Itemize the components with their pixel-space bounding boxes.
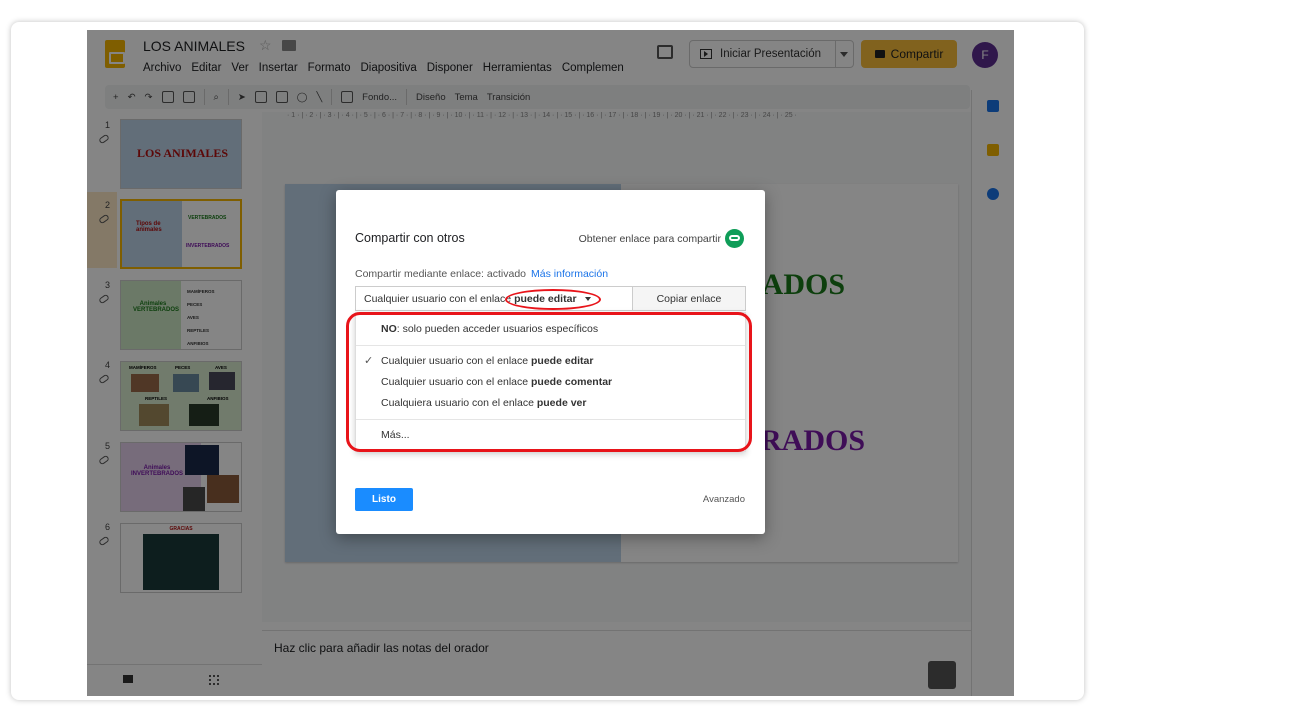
done-button[interactable]: Listo — [355, 488, 413, 511]
highlight-rectangle — [346, 312, 752, 452]
link-icon[interactable] — [725, 229, 744, 248]
get-link-text[interactable]: Obtener enlace para compartir — [579, 233, 721, 245]
highlight-ellipse — [505, 289, 601, 310]
dialog-title: Compartir con otros — [355, 231, 465, 245]
copy-link-button[interactable]: Copiar enlace — [632, 286, 746, 311]
link-status-text: Compartir mediante enlace: activado — [355, 268, 527, 280]
access-prefix: Cualquier usuario con el enlace — [364, 292, 512, 305]
advanced-link[interactable]: Avanzado — [703, 494, 745, 505]
link-status: Compartir mediante enlace: activado Más i… — [355, 268, 608, 280]
more-info-link[interactable]: Más información — [531, 268, 608, 280]
